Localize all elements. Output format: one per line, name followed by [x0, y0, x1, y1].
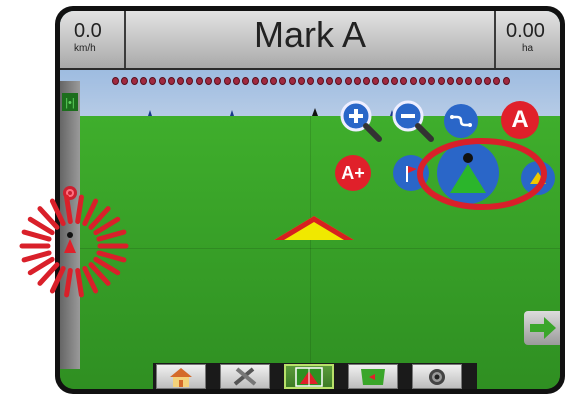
- next-page-button[interactable]: [524, 311, 560, 345]
- boundary-point: [344, 77, 352, 85]
- arrow-right-icon: [530, 317, 556, 339]
- burst-ray: [82, 265, 99, 294]
- svg-text:|•|: |•|: [65, 97, 75, 109]
- field-icon: [361, 369, 385, 385]
- area-readout[interactable]: 0.00 ha: [496, 11, 560, 68]
- a-plus-nudge-button[interactable]: A+: [335, 155, 371, 191]
- tab-home[interactable]: [156, 364, 206, 389]
- grid-line: [310, 116, 311, 389]
- burst-ray: [75, 267, 84, 298]
- boundary-point: [409, 77, 417, 85]
- highlight-burst: [19, 194, 129, 298]
- boundary-point: [446, 77, 454, 85]
- boundary-point: [186, 77, 194, 85]
- boundary-point: [232, 77, 240, 85]
- boundary-point: [195, 77, 203, 85]
- speed-unit: km/h: [74, 43, 96, 54]
- guidance-mode-icon[interactable]: [444, 104, 478, 138]
- boundary-point: [428, 77, 436, 85]
- horizon-markers: [148, 108, 394, 116]
- boundary-point: [391, 77, 398, 85]
- speed-value: 0.0: [74, 20, 102, 42]
- boundary-point: [400, 77, 408, 85]
- boundary-point: [251, 77, 259, 85]
- boundary-point: [316, 77, 324, 85]
- boundary-point: [372, 77, 380, 85]
- boundary-point: [353, 77, 361, 85]
- boundary-point: [121, 77, 129, 85]
- title-box: Mark A: [126, 11, 496, 68]
- guidance-icon: [295, 367, 323, 387]
- tab-camera[interactable]: [412, 364, 462, 389]
- zoom-in-icon[interactable]: [339, 99, 383, 143]
- boundary-point: [139, 77, 147, 85]
- boundary-point: [335, 77, 343, 85]
- boundary-point: [307, 77, 315, 85]
- tab-field[interactable]: [348, 364, 398, 389]
- tab-guidance[interactable]: [284, 364, 334, 389]
- area-value: 0.00: [506, 20, 545, 42]
- speed-readout[interactable]: 0.0 km/h: [60, 11, 126, 68]
- burst-ray: [96, 250, 127, 263]
- boundary-points: [112, 77, 512, 87]
- burst-ray: [64, 194, 73, 225]
- home-icon: [170, 368, 192, 387]
- boundary-point: [149, 77, 157, 85]
- boundary-point: [167, 77, 175, 85]
- boundary-point: [279, 77, 287, 85]
- mark-a-button[interactable]: A: [501, 101, 539, 139]
- tab-tools[interactable]: [220, 364, 270, 389]
- boundary-point: [242, 77, 250, 85]
- boundary-point: [456, 77, 464, 85]
- page-title: Mark A: [253, 14, 367, 55]
- status-bar: 0.0 km/h Mark A 0.00 ha: [60, 11, 560, 70]
- boundary-point: [502, 77, 510, 85]
- boundary-point: [474, 77, 482, 85]
- vehicle-indicator: [274, 216, 354, 240]
- boundary-point: [214, 77, 222, 85]
- burst-ray: [96, 229, 127, 242]
- boundary-point: [270, 77, 278, 85]
- boundary-point: [158, 77, 166, 85]
- burst-ray: [49, 198, 66, 227]
- boundary-point: [418, 77, 426, 85]
- highlight-ellipse: [417, 138, 547, 210]
- boundary-point: [112, 77, 119, 85]
- mark-a-label: A: [511, 106, 529, 133]
- boundary-point: [493, 77, 501, 85]
- boundary-point: [177, 77, 185, 85]
- boundary-point: [363, 77, 371, 85]
- a-plus-label: A+: [341, 162, 365, 183]
- boundary-point: [484, 77, 491, 85]
- burst-ray: [21, 229, 52, 242]
- burst-ray: [21, 250, 52, 263]
- burst-ray: [82, 198, 99, 227]
- boundary-point: [205, 77, 212, 85]
- boundary-point: [325, 77, 333, 85]
- bracket-icon: |•|: [62, 93, 78, 111]
- camera-icon: [429, 369, 445, 385]
- burst-ray: [75, 194, 84, 225]
- boundary-point: [437, 77, 445, 85]
- boundary-point: [260, 77, 268, 85]
- area-unit: ha: [522, 43, 534, 54]
- burst-ray: [64, 267, 73, 298]
- boundary-point: [223, 77, 231, 85]
- boundary-point: [381, 77, 389, 85]
- boundary-point: [130, 77, 138, 85]
- boundary-point: [298, 77, 305, 85]
- burst-ray: [49, 265, 66, 294]
- boundary-point: [288, 77, 296, 85]
- boundary-point: [465, 77, 473, 85]
- tools-icon: [233, 367, 257, 386]
